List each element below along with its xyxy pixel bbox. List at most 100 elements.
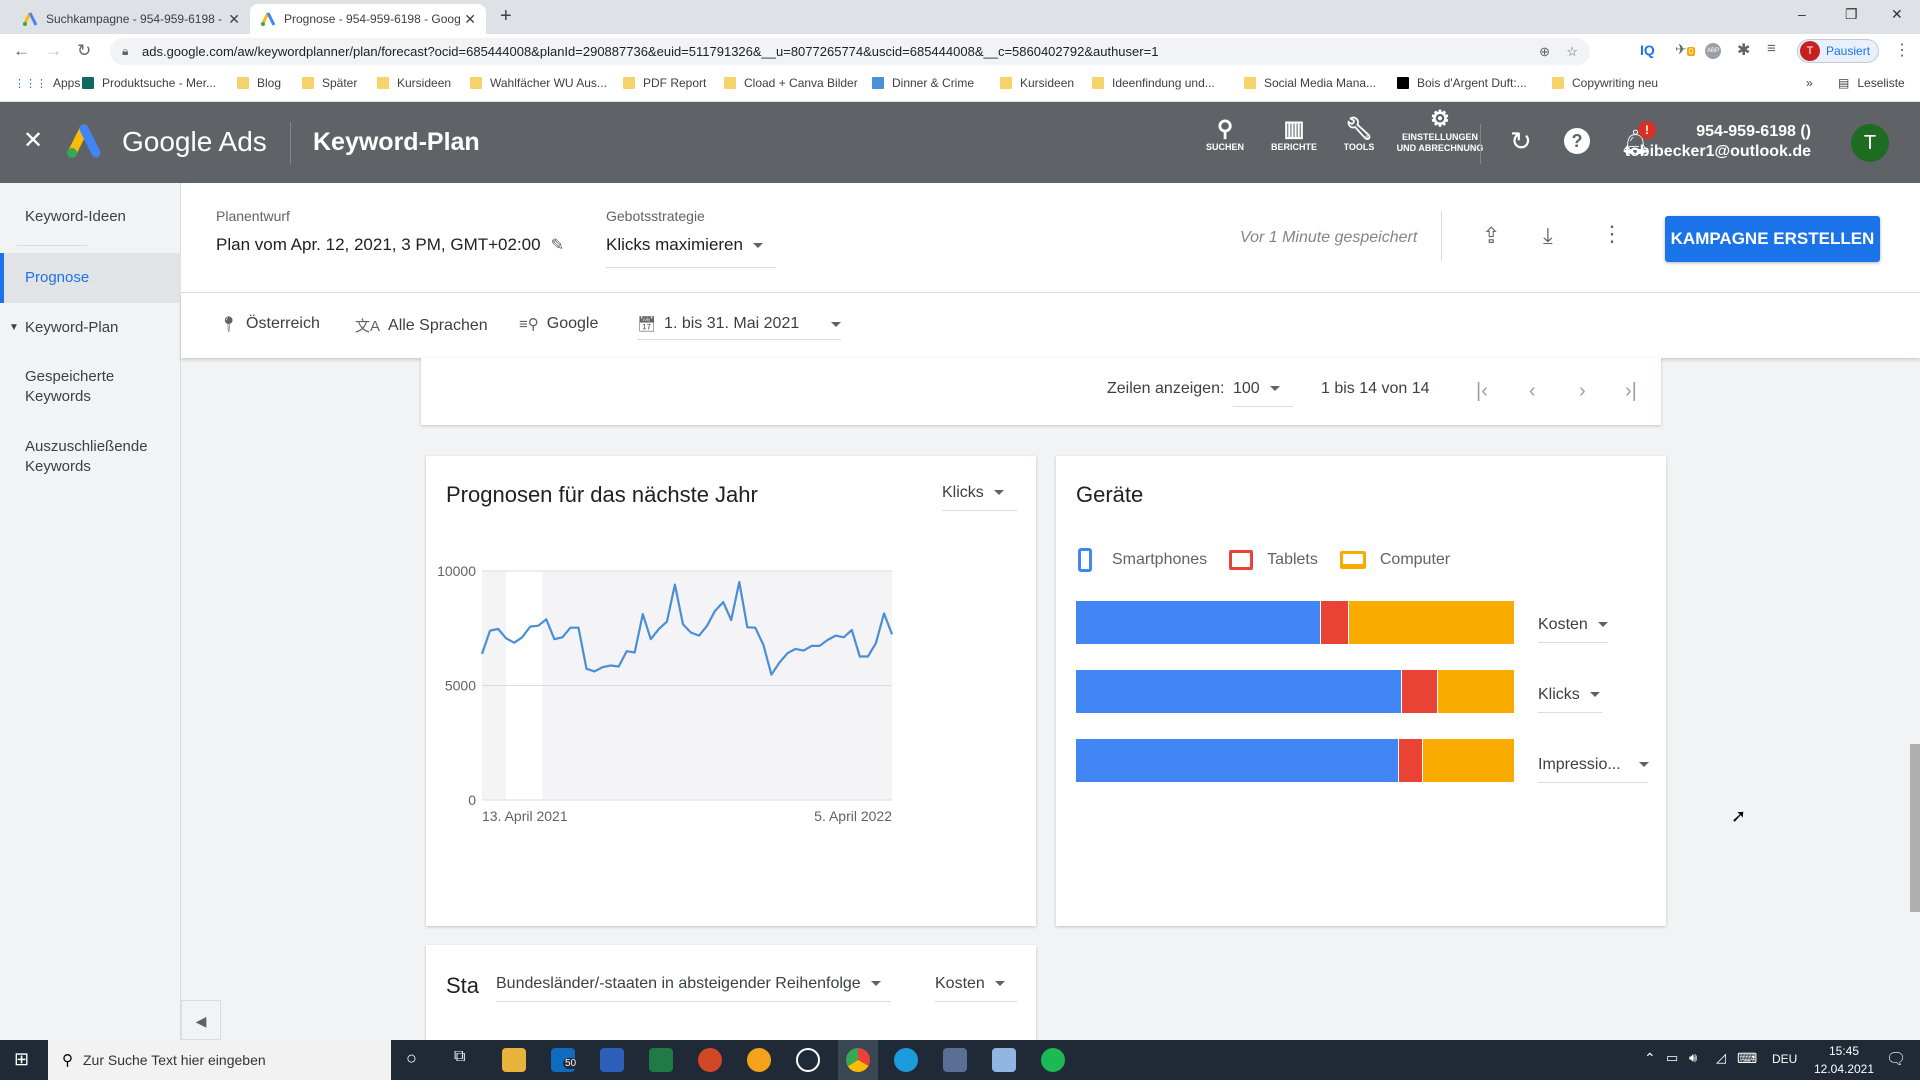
iq-extension-icon[interactable]: IQ — [1640, 42, 1655, 58]
nav-settings[interactable]: ⚙ EINSTELLUNGEN UND ABRECHNUNG — [1395, 106, 1485, 154]
bookmark-item[interactable]: Cload + Canva Bilder — [724, 76, 858, 90]
camera-icon[interactable]: ▭ — [1666, 1050, 1678, 1066]
rows-per-page-dropdown[interactable]: 100 — [1233, 380, 1293, 407]
bookmarks-overflow[interactable]: » — [1806, 76, 1813, 90]
media-control-icon[interactable]: ≡ — [1767, 40, 1776, 57]
device-metric-dropdown-2[interactable]: Klicks — [1538, 686, 1602, 713]
chrome-icon[interactable] — [846, 1048, 870, 1072]
close-icon[interactable]: ✕ — [23, 126, 43, 155]
taskbar-search-input[interactable]: ⚲ Zur Suche Text hier eingeben — [48, 1040, 391, 1080]
share-icon[interactable]: ⇪ — [1482, 223, 1500, 249]
bookmark-item[interactable]: Kursideen — [377, 76, 451, 90]
device-metric-dropdown-3[interactable]: Impressio... — [1538, 756, 1649, 783]
states-sort-dropdown[interactable]: Bundesländer/-staaten in absteigender Re… — [496, 975, 891, 1002]
bookmark-item[interactable]: PDF Report — [623, 76, 706, 90]
bookmark-item[interactable]: Dinner & Crime — [872, 76, 974, 90]
window-close-button[interactable]: ✕ — [1891, 6, 1903, 23]
word-icon[interactable] — [600, 1048, 624, 1072]
location-filter[interactable]: 📍︎ Österreich — [219, 315, 320, 333]
edit-pencil-icon[interactable]: ✎ — [551, 235, 564, 255]
zoom-icon[interactable]: ⊕ — [1539, 38, 1550, 65]
forward-icon[interactable]: → — [45, 41, 62, 61]
sidebar-item-keyword-ideas[interactable]: Keyword-Ideen — [0, 207, 181, 227]
profile-button[interactable]: T Pausiert — [1797, 39, 1879, 63]
account-email[interactable]: tobibecker1@outlook.de — [1625, 143, 1811, 161]
bar-segment-smartphones[interactable] — [1076, 670, 1401, 713]
bar-segment-tablets[interactable] — [1400, 670, 1437, 713]
bookmark-item[interactable]: Wahlfächer WU Aus... — [470, 76, 607, 90]
obs-icon[interactable] — [796, 1048, 820, 1072]
nav-search[interactable]: ⚲ SUCHEN — [1190, 116, 1260, 152]
states-metric-dropdown[interactable]: Kosten — [935, 975, 1017, 1002]
cortana-icon[interactable]: ○ — [406, 1048, 417, 1069]
bookmark-item[interactable]: Später — [302, 76, 357, 90]
windows-start-icon[interactable]: ⊞ — [14, 1049, 29, 1070]
browser-menu-icon[interactable]: ⋮ — [1894, 40, 1910, 60]
previous-page-icon[interactable]: ‹ — [1529, 380, 1536, 403]
create-campaign-button[interactable]: KAMPAGNE ERSTELLEN — [1665, 216, 1880, 262]
bookmark-apps[interactable]: ⋮⋮⋮ Apps — [14, 76, 80, 90]
minimize-button[interactable]: – — [1798, 6, 1806, 22]
sidebar-item-saved-keywords[interactable]: Gespeicherte Keywords — [0, 367, 150, 407]
file-explorer-icon[interactable] — [502, 1048, 526, 1072]
reload-icon[interactable]: ↻ — [77, 41, 91, 61]
sidebar-item-forecast[interactable]: Prognose — [0, 253, 181, 303]
network-filter[interactable]: ≡⚲ Google — [519, 315, 598, 333]
bid-strategy-dropdown[interactable]: Klicks maximieren — [606, 235, 776, 268]
app-icon[interactable] — [943, 1048, 967, 1072]
clock-date[interactable]: 12.04.2021 — [1808, 1062, 1880, 1076]
bar-segment-computer[interactable] — [1347, 601, 1514, 644]
first-page-icon[interactable]: |‹ — [1476, 380, 1488, 403]
volume-icon[interactable]: 🔊︎ — [1689, 1050, 1697, 1066]
mail-icon[interactable]: 50 — [551, 1048, 579, 1072]
new-tab-button[interactable]: + — [500, 5, 512, 28]
sidebar-item-negative-keywords[interactable]: Auszuschließende Keywords — [0, 437, 181, 477]
bookmark-star-icon[interactable]: ☆ — [1566, 38, 1578, 65]
last-page-icon[interactable]: ›| — [1625, 380, 1637, 403]
tab-suchkampagne[interactable]: Suchkampagne - 954-959-6198 - ✕ — [12, 4, 250, 34]
download-icon[interactable]: ⤓ — [1543, 223, 1553, 249]
stacked-bar-klicks[interactable] — [1076, 670, 1514, 713]
language-indicator[interactable]: DEU — [1772, 1052, 1797, 1066]
bookmark-item[interactable]: Blog — [237, 76, 281, 90]
stacked-bar-kosten[interactable] — [1076, 601, 1514, 644]
more-options-icon[interactable]: ⋮ — [1601, 221, 1623, 247]
next-page-icon[interactable]: › — [1579, 380, 1586, 403]
sidebar-item-keyword-plan[interactable]: ▼ Keyword-Plan — [0, 318, 181, 338]
bar-segment-computer[interactable] — [1421, 739, 1514, 782]
device-metric-dropdown-1[interactable]: Kosten — [1538, 616, 1608, 643]
bookmark-item[interactable]: Copywriting neu — [1552, 76, 1658, 90]
stacked-bar-impressionen[interactable] — [1076, 739, 1514, 782]
extension-icon[interactable]: ✈ 0 — [1675, 41, 1696, 58]
tab-prognose[interactable]: Prognose - 954-959-6198 - Goog ✕ — [250, 4, 486, 34]
edge-icon[interactable] — [894, 1048, 918, 1072]
reading-list[interactable]: ▤ Leseliste — [1838, 76, 1905, 90]
spotify-icon[interactable] — [1041, 1048, 1065, 1072]
app-icon[interactable] — [747, 1048, 771, 1072]
language-filter[interactable]: 文A Alle Sprachen — [355, 315, 488, 336]
tray-expand-icon[interactable]: ⌃ — [1644, 1050, 1656, 1067]
bookmark-item[interactable]: Bois d'Argent Duft:... — [1397, 76, 1527, 90]
bookmark-item[interactable]: Ideenfindung und... — [1092, 76, 1215, 90]
close-tab-icon[interactable]: ✕ — [228, 11, 240, 28]
bar-segment-smartphones[interactable] — [1076, 601, 1321, 644]
page-scrollbar-thumb[interactable] — [1910, 744, 1920, 912]
action-center-icon[interactable]: 🗨︎ — [1886, 1049, 1906, 1069]
nav-reports[interactable]: ▥ BERICHTE — [1259, 116, 1329, 152]
bookmark-item[interactable]: Kursideen — [1000, 76, 1074, 90]
url-input[interactable]: 🔒︎ ads.google.com/aw/keywordplanner/plan… — [110, 38, 1590, 65]
adblock-icon[interactable]: ABP — [1705, 43, 1721, 59]
powerpoint-icon[interactable] — [698, 1048, 722, 1072]
task-view-icon[interactable]: ⧉ — [454, 1048, 465, 1066]
back-icon[interactable]: ← — [13, 41, 30, 61]
maximize-button[interactable]: ❐ — [1845, 6, 1858, 23]
collapse-sidebar-button[interactable]: ◀ — [181, 1000, 221, 1040]
refresh-icon[interactable]: ↻ — [1510, 126, 1532, 157]
date-range-filter[interactable]: 📅︎ 1. bis 31. Mai 2021 — [637, 315, 841, 340]
keyboard-icon[interactable]: ⌨ — [1737, 1050, 1757, 1067]
excel-icon[interactable] — [649, 1048, 673, 1072]
bookmark-item[interactable]: Produktsuche - Mer... — [82, 76, 216, 90]
network-icon[interactable]: ◿ — [1716, 1050, 1726, 1066]
bar-segment-tablets[interactable] — [1320, 601, 1348, 644]
bookmark-item[interactable]: Social Media Mana... — [1244, 76, 1376, 90]
